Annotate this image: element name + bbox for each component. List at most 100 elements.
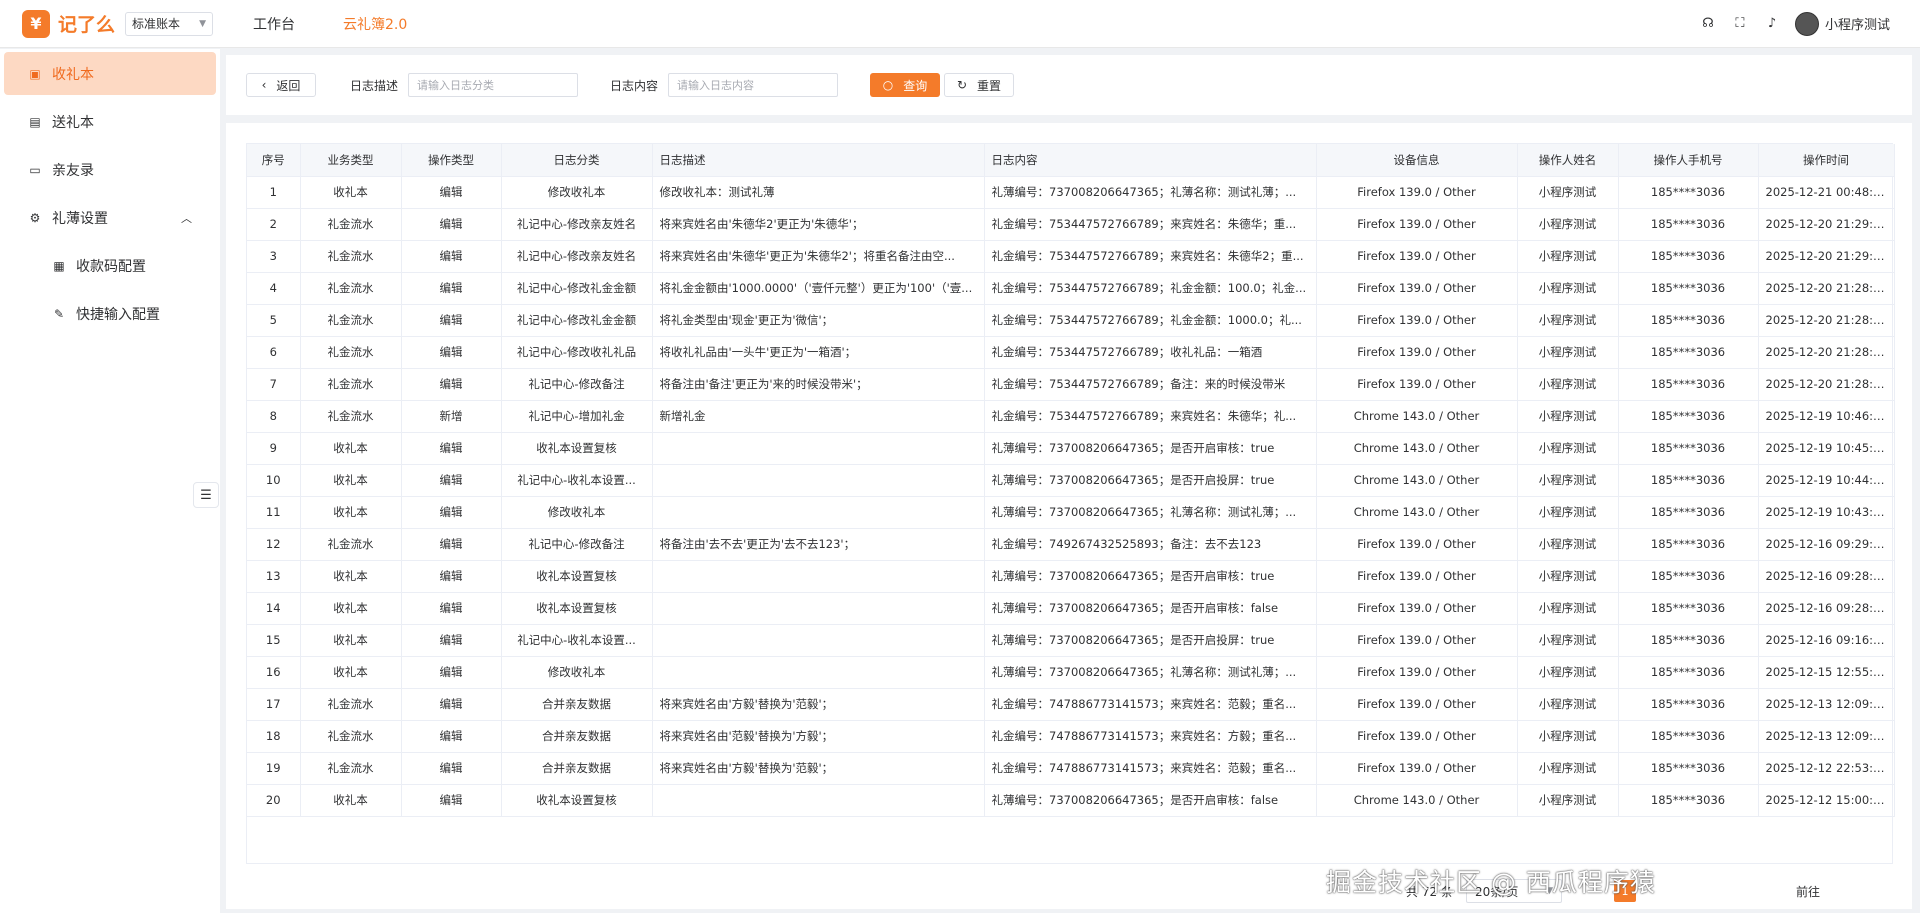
table-row[interactable]: 17 礼金流水 编辑 合并亲友数据 将来宾姓名由'方毅'替换为'范毅'； 礼金编号：747…	[247, 688, 1895, 721]
table-cell: 2025-12-20 21:29:09	[1758, 208, 1895, 241]
table-cell: 修改收礼本	[501, 656, 653, 689]
table-row[interactable]: 18 礼金流水 编辑 合并亲友数据 将来宾姓名由'范毅'替换为'方毅'； 礼金编号：747…	[247, 720, 1895, 753]
log-content-input[interactable]: 请输入日志内容	[668, 73, 839, 97]
table-row[interactable]: 2 礼金流水 编辑 礼记中心-修改亲友姓名 将来宾姓名由'朱德华2'更正为'朱德华'；礼…	[247, 208, 1895, 241]
table-cell: 11	[247, 496, 301, 529]
table-cell: 2025-12-20 21:29:03	[1758, 240, 1895, 273]
table-cell: 小程序测试	[1517, 368, 1619, 401]
table-cell: 185****3036	[1618, 240, 1759, 273]
table-cell: 小程序测试	[1517, 496, 1619, 529]
table-cell: 礼薄编号：737008206647365；礼薄名称：测试礼薄；...	[984, 656, 1317, 689]
table-cell: 礼薄编号：737008206647365；是否开启审核：false	[984, 592, 1317, 625]
bell-icon[interactable]: ♪	[1765, 16, 1779, 31]
table-row[interactable]: 13 收礼本 编辑 收礼本设置复核 礼薄编号：737008206647365；是否开启审…	[247, 560, 1895, 593]
table-cell: 礼薄编号：737008206647365；是否开启审核：true	[984, 432, 1317, 465]
table-row[interactable]: 16 收礼本 编辑 修改收礼本 礼薄编号：737008206647365；礼薄名称：测试…	[247, 656, 1895, 689]
table-row[interactable]: 7 礼金流水 编辑 礼记中心-修改备注 将备注由'备注'更正为'来的时候没带米'； 礼金编…	[247, 368, 1895, 401]
headset-icon[interactable]: ☊	[1701, 16, 1715, 31]
table-cell: 编辑	[401, 560, 502, 593]
table-cell: 2025-12-19 10:43:01	[1758, 496, 1895, 529]
column-header: 日志描述	[652, 144, 985, 177]
table-cell: 2025-12-12 15:00:31	[1758, 784, 1895, 817]
fullscreen-icon[interactable]: ⛶	[1733, 16, 1747, 31]
table-cell: 礼记中心-修改亲友姓名	[501, 240, 653, 273]
sidebar-item-settings[interactable]: ⚙ 礼薄设置 ︿	[4, 196, 216, 239]
table-row[interactable]: 1 收礼本 编辑 修改收礼本 修改收礼本：测试礼薄 礼薄编号：73700820664736…	[247, 176, 1895, 209]
sidebar-item-contacts[interactable]: ▭ 亲友录	[4, 148, 216, 191]
table-row[interactable]: 15 收礼本 编辑 礼记中心-收礼本设置... 礼薄编号：737008206647365…	[247, 624, 1895, 657]
table-cell: 小程序测试	[1517, 624, 1619, 657]
table-row[interactable]: 12 礼金流水 编辑 礼记中心-修改备注 将备注由'去不去'更正为'去不去123'； 礼金…	[247, 528, 1895, 561]
reset-button[interactable]: ↻ 重置	[944, 73, 1015, 97]
table-row[interactable]: 14 收礼本 编辑 收礼本设置复核 礼薄编号：737008206647365；是否开启审…	[247, 592, 1895, 625]
table-cell: 礼金编号：747886773141573；来宾姓名：范毅；重名...	[984, 688, 1317, 721]
table-cell: 将来宾姓名由'范毅'替换为'方毅'；	[652, 720, 985, 753]
table-row[interactable]: 6 礼金流水 编辑 礼记中心-修改收礼礼品 将收礼礼品由'一头牛'更正为'一箱酒'； 礼金…	[247, 336, 1895, 369]
table-row[interactable]: 8 礼金流水 新增 礼记中心-增加礼金 新增礼金 礼金编号：753447572766789…	[247, 400, 1895, 433]
table-row[interactable]: 5 礼金流水 编辑 礼记中心-修改礼金金额 将礼金类型由'现金'更正为'微信'； 礼金编号…	[247, 304, 1895, 337]
table-cell: 礼金编号：753447572766789；来宾姓名：朱德华2；重...	[984, 240, 1317, 273]
table-cell: Chrome 143.0 / Other	[1316, 496, 1518, 529]
table-cell: 礼薄编号：737008206647365；是否开启审核：false	[984, 784, 1317, 817]
table-cell: 礼金流水	[300, 208, 402, 241]
table-cell: 将来宾姓名由'朱德华'更正为'朱德华2'；将重名备注由空...	[652, 240, 985, 273]
username[interactable]: 小程序测试	[1825, 14, 1890, 33]
table-cell: 小程序测试	[1517, 720, 1619, 753]
sidebar-item-quick-input-config[interactable]: ✎ 快捷输入配置	[4, 292, 216, 335]
table-cell: 礼记中心-修改礼金金额	[501, 304, 653, 337]
table-cell: 编辑	[401, 432, 502, 465]
table-cell	[652, 560, 985, 593]
table-row[interactable]: 11 收礼本 编辑 修改收礼本 礼薄编号：737008206647365；礼薄名称：测试…	[247, 496, 1895, 529]
table-cell: 礼金流水	[300, 720, 402, 753]
table-cell: 6	[247, 336, 301, 369]
table-cell: 新增	[401, 400, 502, 433]
table-cell: 将备注由'备注'更正为'来的时候没带米'；	[652, 368, 985, 401]
table-cell: 礼金流水	[300, 688, 402, 721]
table-cell: 将收礼礼品由'一头牛'更正为'一箱酒'；	[652, 336, 985, 369]
table-cell: 礼金流水	[300, 336, 402, 369]
table-row[interactable]: 19 礼金流水 编辑 合并亲友数据 将来宾姓名由'方毅'替换为'范毅'； 礼金编号：747…	[247, 752, 1895, 785]
log-desc-input[interactable]: 请输入日志分类	[408, 73, 579, 97]
reset-button-label: 重置	[977, 78, 1002, 93]
table-cell: 185****3036	[1618, 752, 1759, 785]
table-cell: 185****3036	[1618, 304, 1759, 337]
sidebar-item-gift-sent[interactable]: ▤ 送礼本	[4, 100, 216, 143]
table-cell: 185****3036	[1618, 432, 1759, 465]
sidebar-item-gift-received[interactable]: ▣ 收礼本	[4, 52, 216, 95]
chevron-left-icon: ‹	[261, 78, 267, 92]
table-cell: 小程序测试	[1517, 272, 1619, 305]
table-row[interactable]: 3 礼金流水 编辑 礼记中心-修改亲友姓名 将来宾姓名由'朱德华'更正为'朱德华2'；将…	[247, 240, 1895, 273]
nav-cloud-giftbook[interactable]: 云礼簿2.0	[343, 14, 407, 34]
table-row[interactable]: 20 收礼本 编辑 收礼本设置复核 礼薄编号：737008206647365；是否开启审…	[247, 784, 1895, 817]
query-button[interactable]: ○ 查询	[870, 73, 941, 97]
column-header: 序号	[247, 144, 301, 177]
table-cell: 2025-12-15 12:55:18	[1758, 656, 1895, 689]
table-cell: 编辑	[401, 240, 502, 273]
table-cell: 小程序测试	[1517, 528, 1619, 561]
logo[interactable]: ¥ 记了么	[22, 9, 115, 38]
sidebar-collapse-button[interactable]: ☰	[193, 482, 219, 508]
table-cell: 小程序测试	[1517, 208, 1619, 241]
table-cell: Chrome 143.0 / Other	[1316, 464, 1518, 497]
table-row[interactable]: 10 收礼本 编辑 礼记中心-收礼本设置... 礼薄编号：737008206647365…	[247, 464, 1895, 497]
page-jumper-label[interactable]: 前往	[1796, 883, 1820, 900]
table-row[interactable]: 4 礼金流水 编辑 礼记中心-修改礼金金额 将礼金金额由'1000.0000'（'壹仟元…	[247, 272, 1895, 305]
table-cell: 小程序测试	[1517, 592, 1619, 625]
sidebar-item-label: 亲友录	[52, 162, 94, 179]
sidebar-item-qrcode-config[interactable]: ▦ 收款码配置	[4, 244, 216, 287]
table-cell: 编辑	[401, 368, 502, 401]
table-cell: 将礼金金额由'1000.0000'（'壹仟元整'）更正为'100'（'壹...	[652, 272, 985, 305]
table-cell: 礼金流水	[300, 368, 402, 401]
table-cell: 礼金编号：747886773141573；来宾姓名：方毅；重名...	[984, 720, 1317, 753]
back-button[interactable]: ‹ 返回	[246, 73, 316, 97]
sidebar-item-label: 收款码配置	[76, 258, 146, 275]
table-cell: 收礼本	[300, 560, 402, 593]
table-cell: 小程序测试	[1517, 432, 1619, 465]
table-cell: 14	[247, 592, 301, 625]
book-selector[interactable]: 标准账本 ▼	[125, 11, 214, 36]
log-desc-label: 日志描述	[350, 78, 399, 93]
table-row[interactable]: 9 收礼本 编辑 收礼本设置复核 礼薄编号：737008206647365；是否开启审核…	[247, 432, 1895, 465]
avatar[interactable]	[1794, 11, 1819, 36]
nav-workbench[interactable]: 工作台	[253, 14, 295, 34]
sidebar-item-label: 快捷输入配置	[76, 306, 160, 323]
